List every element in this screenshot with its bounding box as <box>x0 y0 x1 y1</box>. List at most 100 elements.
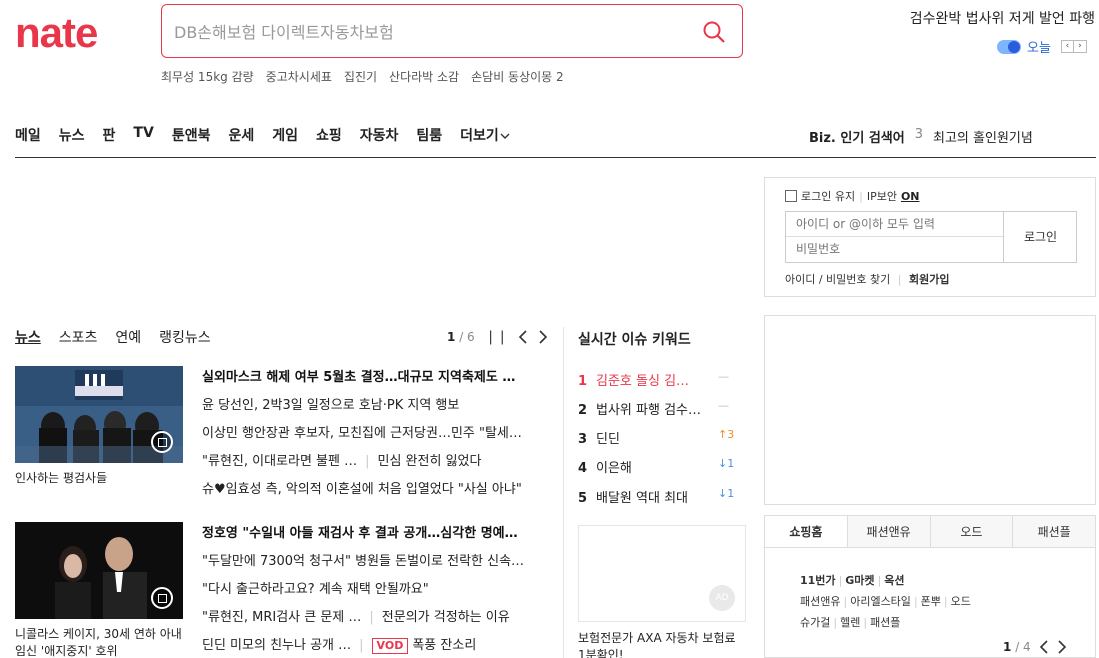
nav-item-car[interactable]: 자동차 <box>360 125 399 145</box>
page-total: / 4 <box>1015 640 1031 654</box>
tab-ode[interactable]: 오드 <box>929 516 1013 547</box>
separator: | <box>897 273 902 286</box>
trending-item[interactable]: 집진기 <box>344 68 377 85</box>
news-link[interactable]: "류현진, MRI검사 큰 문제 … <box>202 610 361 625</box>
ad-banner[interactable] <box>764 315 1096 505</box>
nate-logo[interactable]: nate <box>15 12 98 54</box>
news-thumbnail[interactable] <box>15 522 183 619</box>
tab-fashionple[interactable]: 패션플 <box>1012 516 1095 547</box>
news-link[interactable]: 전문의가 걱정하는 이유 <box>382 610 510 625</box>
next-page-icon[interactable] <box>1057 640 1067 654</box>
account-links: 아이디 / 비밀번호 찾기 | 회원가입 <box>785 271 949 287</box>
next-arrow-icon[interactable]: › <box>1073 40 1087 53</box>
tab-sports[interactable]: 스포츠 <box>59 327 98 347</box>
top-issue-rolling[interactable]: 검수완박 법사위 저게 발언 파행 <box>910 8 1095 28</box>
credential-form: 로그인 <box>785 211 1077 263</box>
news-link[interactable]: "다시 출근하라고요? 계속 재택 안될까요" <box>202 578 547 597</box>
separator: | <box>859 189 863 203</box>
news-link[interactable]: 민심 완전히 잃었다 <box>378 454 482 469</box>
find-account-link[interactable]: 아이디 / 비밀번호 찾기 <box>785 273 890 286</box>
nav-item-fortune[interactable]: 운세 <box>228 125 254 145</box>
search-icon[interactable] <box>702 20 726 44</box>
keep-login-checkbox[interactable] <box>785 190 797 202</box>
tab-shopping-home[interactable]: 쇼핑홈 <box>765 516 847 547</box>
ad-caption[interactable]: 보험전문가 AXA 자동차 보험료 1분확인! <box>578 630 746 658</box>
keyword-text[interactable]: 김준호 돌싱 김… <box>596 370 708 389</box>
prev-page-icon[interactable] <box>1039 640 1049 654</box>
shop-link[interactable]: 옥션 <box>884 574 904 587</box>
column-divider <box>563 327 564 658</box>
keyword-text[interactable]: 법사위 파행 검수… <box>596 399 708 418</box>
news-link[interactable]: 폭풍 잔소리 <box>412 638 476 653</box>
shop-link[interactable]: 오드 <box>951 595 971 608</box>
shop-link[interactable]: 패션플 <box>870 616 900 629</box>
nav-item-pann[interactable]: 판 <box>103 125 116 145</box>
trending-item[interactable]: 손담비 동상이몽 2 <box>471 68 564 85</box>
keyword-change: — <box>718 399 729 412</box>
biz-keyword[interactable]: 최고의 홀인원기념 <box>933 127 1033 146</box>
today-toggle[interactable] <box>997 39 1021 54</box>
keep-login-label[interactable]: 로그인 유지 <box>801 188 855 204</box>
nav-more-button[interactable]: 더보기 <box>460 125 511 145</box>
keyword-item[interactable]: 1 김준호 돌싱 김… — <box>578 370 738 389</box>
thumbnail-caption[interactable]: 인사하는 평검사들 <box>15 470 183 487</box>
news-link[interactable]: 이상민 행안장관 후보자, 모친집에 근저당권…민주 "탈세… <box>202 422 547 441</box>
prev-arrow-icon[interactable]: ‹ <box>1060 40 1074 53</box>
login-box: 로그인 유지 | IP보안 ON 로그인 아이디 / 비밀번호 찾기 | 회원가… <box>764 177 1096 297</box>
news-headline[interactable]: 정호영 "수일내 아들 재검사 후 결과 공개…심각한 명예… <box>202 522 537 541</box>
shopping-row: 패션앤유 | 아리엘스타일 | 폰뿌 | 오드 <box>800 595 971 608</box>
thumbnail-caption[interactable]: 니콜라스 케이지, 30세 연하 아내 임신 '애지중지' 호위 <box>15 626 183 658</box>
id-input[interactable] <box>786 212 1003 237</box>
news-headline[interactable]: 실외마스크 해제 여부 5월초 결정…대규모 지역축제도 … <box>202 366 537 385</box>
tab-fashion-n-you[interactable]: 패션앤유 <box>846 516 930 547</box>
trending-item[interactable]: 최무성 15kg 감량 <box>161 68 254 85</box>
tab-ranking-news[interactable]: 랭킹뉴스 <box>159 327 211 347</box>
biz-popular-search[interactable]: Biz. 인기 검색어 3 최고의 홀인원기념 <box>809 127 1033 146</box>
join-link[interactable]: 회원가입 <box>909 273 949 286</box>
shop-link[interactable]: 폰뿌 <box>921 595 941 608</box>
keyword-text[interactable]: 배달원 역대 최대 <box>596 487 708 506</box>
news-link[interactable]: 슈♥임효성 측, 악의적 이혼설에 처음 입열었다 "사실 아냐" <box>202 478 547 497</box>
nav-item-teamroom[interactable]: 팀룸 <box>416 125 442 145</box>
nav-item-news[interactable]: 뉴스 <box>59 125 85 145</box>
shop-link[interactable]: 아리엘스타일 <box>850 595 911 608</box>
nav-item-game[interactable]: 게임 <box>272 125 298 145</box>
search-input[interactable] <box>174 20 674 44</box>
trending-item[interactable]: 산다라박 소감 <box>389 68 459 85</box>
nav-item-tv[interactable]: TV <box>133 125 153 145</box>
news-link[interactable]: 딘딘 미모의 친누나 공개 … <box>202 638 351 653</box>
keyword-item[interactable]: 5 배달원 역대 최대 ↓1 <box>578 487 738 506</box>
keyword-item[interactable]: 2 법사위 파행 검수… — <box>578 399 738 418</box>
next-page-icon[interactable] <box>538 330 548 344</box>
pause-icon[interactable]: ❘❘ <box>485 329 508 345</box>
shop-link[interactable]: 11번가 <box>800 574 836 587</box>
shop-link[interactable]: 패션앤유 <box>800 595 840 608</box>
keyword-text[interactable]: 딘딘 <box>596 428 708 447</box>
password-input[interactable] <box>786 237 1003 262</box>
news-thumbnail[interactable] <box>15 366 183 463</box>
login-button[interactable]: 로그인 <box>1003 212 1077 262</box>
keyword-item[interactable]: 3 딘딘 ↑3 <box>578 428 738 447</box>
prev-page-icon[interactable] <box>518 330 528 344</box>
nav-item-shopping[interactable]: 쇼핑 <box>316 125 342 145</box>
nav-item-toonbook[interactable]: 툰앤북 <box>172 125 211 145</box>
keyword-item[interactable]: 4 이은해 ↓1 <box>578 457 738 476</box>
news-link[interactable]: "류현진, 이대로라면 불펜 … <box>202 454 357 469</box>
keyword-text[interactable]: 이은해 <box>596 457 708 476</box>
today-label[interactable]: 오늘 <box>1027 37 1051 56</box>
news-link[interactable]: "두달만에 7300억 청구서" 병원들 돈벌이로 전락한 신속… <box>202 550 547 569</box>
news-link[interactable]: 윤 당선인, 2박3일 일정으로 호남·PK 지역 행보 <box>202 394 547 413</box>
tab-entertainment[interactable]: 연예 <box>115 327 141 347</box>
page-current: 1 <box>447 330 456 344</box>
nav-item-mail[interactable]: 메일 <box>15 125 41 145</box>
small-ad[interactable]: AD <box>578 525 746 622</box>
shop-link[interactable]: 헬렌 <box>840 616 860 629</box>
trending-item[interactable]: 중고차시세표 <box>266 68 332 85</box>
today-widget: 오늘 ‹ › <box>997 37 1087 56</box>
shop-link[interactable]: G마켓 <box>845 574 874 587</box>
main-nav: 메일 뉴스 판 TV 툰앤북 운세 게임 쇼핑 자동차 팀룸 더보기 <box>15 125 511 145</box>
tab-news[interactable]: 뉴스 <box>15 327 41 347</box>
ip-security-toggle[interactable]: ON <box>901 190 920 203</box>
shop-link[interactable]: 슈가걸 <box>800 616 830 629</box>
page-current: 1 <box>1003 640 1012 654</box>
